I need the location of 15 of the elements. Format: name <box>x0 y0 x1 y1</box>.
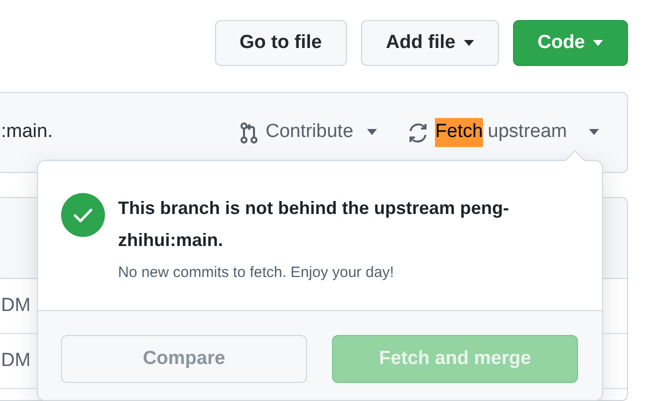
contribute-button[interactable]: Contribute <box>240 118 378 147</box>
sync-icon <box>407 122 430 144</box>
branch-status-text: :main. <box>1 120 53 144</box>
code-button[interactable]: Code <box>512 20 628 66</box>
fetch-upstream-button[interactable]: Fetch upstream <box>407 118 599 147</box>
toolbar-button[interactable]: Add file <box>360 20 498 66</box>
file-name[interactable]: DM <box>1 346 31 376</box>
check-circle-icon <box>61 193 105 237</box>
toolbar-button[interactable]: Go to file <box>214 20 347 66</box>
file-name[interactable]: DM <box>1 292 31 320</box>
pull-request-icon <box>240 122 258 144</box>
caret-icon <box>367 129 378 136</box>
popover-title: This branch is not behind the upstream peng-zhihui:main. <box>118 197 510 252</box>
caret-icon <box>589 129 599 136</box>
popover-subtitle: No new commits to fetch. Enjoy your day! <box>118 263 395 283</box>
